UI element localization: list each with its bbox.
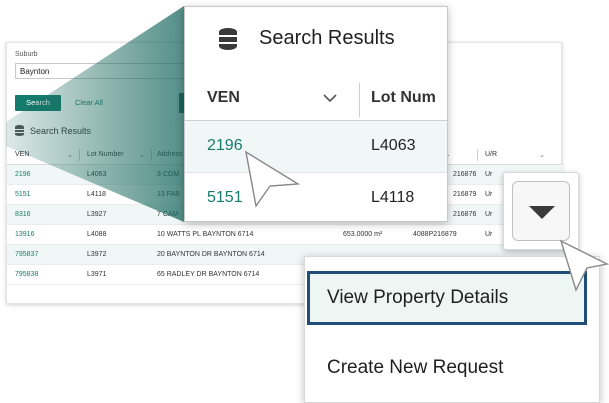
database-icon — [219, 27, 237, 50]
ven-link[interactable]: 2196 — [207, 137, 243, 155]
col-address[interactable]: Address — [157, 151, 183, 158]
col-ur[interactable]: U/R — [485, 151, 497, 158]
suburb-input[interactable]: Baynton — [15, 63, 185, 79]
col-divider — [151, 149, 152, 161]
caret-down-icon — [529, 206, 555, 219]
col-divider — [477, 149, 478, 161]
col-divider — [359, 83, 360, 117]
clear-all-button[interactable]: Clear All — [75, 95, 103, 111]
col-ven[interactable]: VEN — [15, 151, 29, 158]
table-header: VEN Lot Num — [185, 77, 447, 121]
magnified-results: Search Results VEN Lot Num 2196 L4063 51… — [184, 6, 448, 222]
col-divider — [79, 149, 80, 161]
chevron-down-icon[interactable]: ⌄ — [67, 151, 73, 159]
results-title: Search Results — [15, 125, 91, 136]
col-lot[interactable]: Lot Number — [87, 151, 124, 158]
table-row[interactable]: 2196 L4063 — [185, 121, 447, 173]
chevron-down-icon[interactable]: ⌄ — [139, 151, 145, 159]
col-lot[interactable]: Lot Num — [371, 89, 436, 107]
ven-link[interactable]: 5151 — [207, 189, 243, 207]
col-ven[interactable]: VEN — [207, 89, 240, 107]
chevron-down-icon[interactable]: ⌄ — [539, 151, 545, 159]
database-icon — [15, 125, 24, 136]
table-row[interactable]: 5151 L4118 — [185, 173, 447, 221]
suburb-label: Suburb — [15, 51, 38, 58]
cursor-icon — [559, 239, 609, 292]
menu-item-create-new-request[interactable]: Create New Request — [305, 341, 601, 395]
menu-item-view-property-details[interactable]: View Property Details — [307, 271, 587, 325]
cursor-icon — [245, 150, 301, 208]
table-row[interactable]: 13916 L4088 10 WATTS PL BAYNTON 6714 653… — [7, 225, 563, 245]
lot-cell: L4063 — [371, 137, 416, 154]
results-title: Search Results — [219, 27, 395, 50]
lot-cell: L4118 — [371, 189, 415, 206]
search-button[interactable]: Search — [15, 95, 61, 111]
chevron-down-icon[interactable] — [323, 93, 337, 103]
